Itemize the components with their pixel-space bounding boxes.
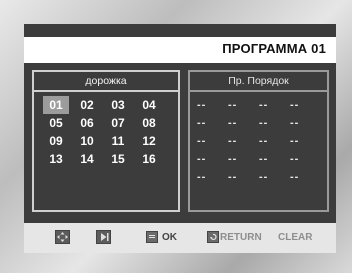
order-slot: -- — [228, 135, 238, 147]
order-slot: -- — [290, 99, 300, 111]
track-cell[interactable]: 07 — [105, 114, 131, 132]
order-slot: -- — [290, 135, 300, 147]
order-slot: -- — [228, 171, 238, 183]
order-slot: -- — [290, 153, 300, 165]
order-slot: -- — [228, 117, 238, 129]
track-cell[interactable]: 16 — [136, 150, 162, 168]
order-slot: -- — [259, 153, 269, 165]
enter-icon[interactable] — [146, 231, 158, 243]
track-cell[interactable]: 12 — [136, 132, 162, 150]
order-slot: -- — [259, 99, 269, 111]
order-grid: -- -- -- -- -- -- -- -- -- -- -- -- -- -- -- -- -- -- -- -- — [197, 96, 321, 186]
order-slot: -- — [197, 135, 207, 147]
order-slot: -- — [228, 99, 238, 111]
track-panel: дорожка 01 02 03 04 05 06 07 08 09 10 11 12 13 14 15 16 — [32, 70, 180, 212]
track-cell[interactable]: 04 — [136, 96, 162, 114]
return-label[interactable]: RETURN — [220, 232, 262, 243]
title-bar: ПРОГРАММА 01 — [24, 37, 336, 63]
osd-screen: ПРОГРАММА 01 дорожка 01 02 03 04 05 06 07 08 09 1… — [24, 24, 336, 253]
order-slot: -- — [259, 117, 269, 129]
order-slot: -- — [197, 117, 207, 129]
track-grid: 01 02 03 04 05 06 07 08 09 10 11 12 13 14 15 16 — [43, 96, 162, 168]
track-panel-heading: дорожка — [34, 72, 178, 92]
button-guide-bar: OK RETURN CLEAR — [24, 223, 336, 253]
order-slot: -- — [290, 117, 300, 129]
order-slot: -- — [197, 153, 207, 165]
track-cell[interactable]: 15 — [105, 150, 131, 168]
track-cell[interactable]: 14 — [74, 150, 100, 168]
ok-label[interactable]: OK — [162, 232, 177, 243]
order-slot: -- — [228, 153, 238, 165]
clear-label[interactable]: CLEAR — [278, 232, 312, 243]
track-cell[interactable]: 05 — [43, 114, 69, 132]
track-cell[interactable]: 11 — [105, 132, 131, 150]
program-title: ПРОГРАММА 01 — [222, 41, 326, 56]
track-cell[interactable]: 06 — [74, 114, 100, 132]
track-cell[interactable]: 08 — [136, 114, 162, 132]
track-cell[interactable]: 10 — [74, 132, 100, 150]
play-icon[interactable] — [96, 230, 111, 244]
return-icon[interactable] — [207, 231, 219, 243]
order-slot: -- — [290, 171, 300, 183]
navigate-icon[interactable] — [55, 230, 70, 244]
track-cell[interactable]: 01 — [43, 96, 69, 114]
track-cell[interactable]: 09 — [43, 132, 69, 150]
order-slot: -- — [197, 171, 207, 183]
order-slot: -- — [259, 171, 269, 183]
order-slot: -- — [259, 135, 269, 147]
track-cell[interactable]: 02 — [74, 96, 100, 114]
track-cell[interactable]: 13 — [43, 150, 69, 168]
order-panel-heading: Пр. Порядок — [190, 72, 327, 92]
order-panel: Пр. Порядок -- -- -- -- -- -- -- -- -- -- -- -- -- --… — [188, 70, 329, 212]
order-slot: -- — [197, 99, 207, 111]
track-cell[interactable]: 03 — [105, 96, 131, 114]
